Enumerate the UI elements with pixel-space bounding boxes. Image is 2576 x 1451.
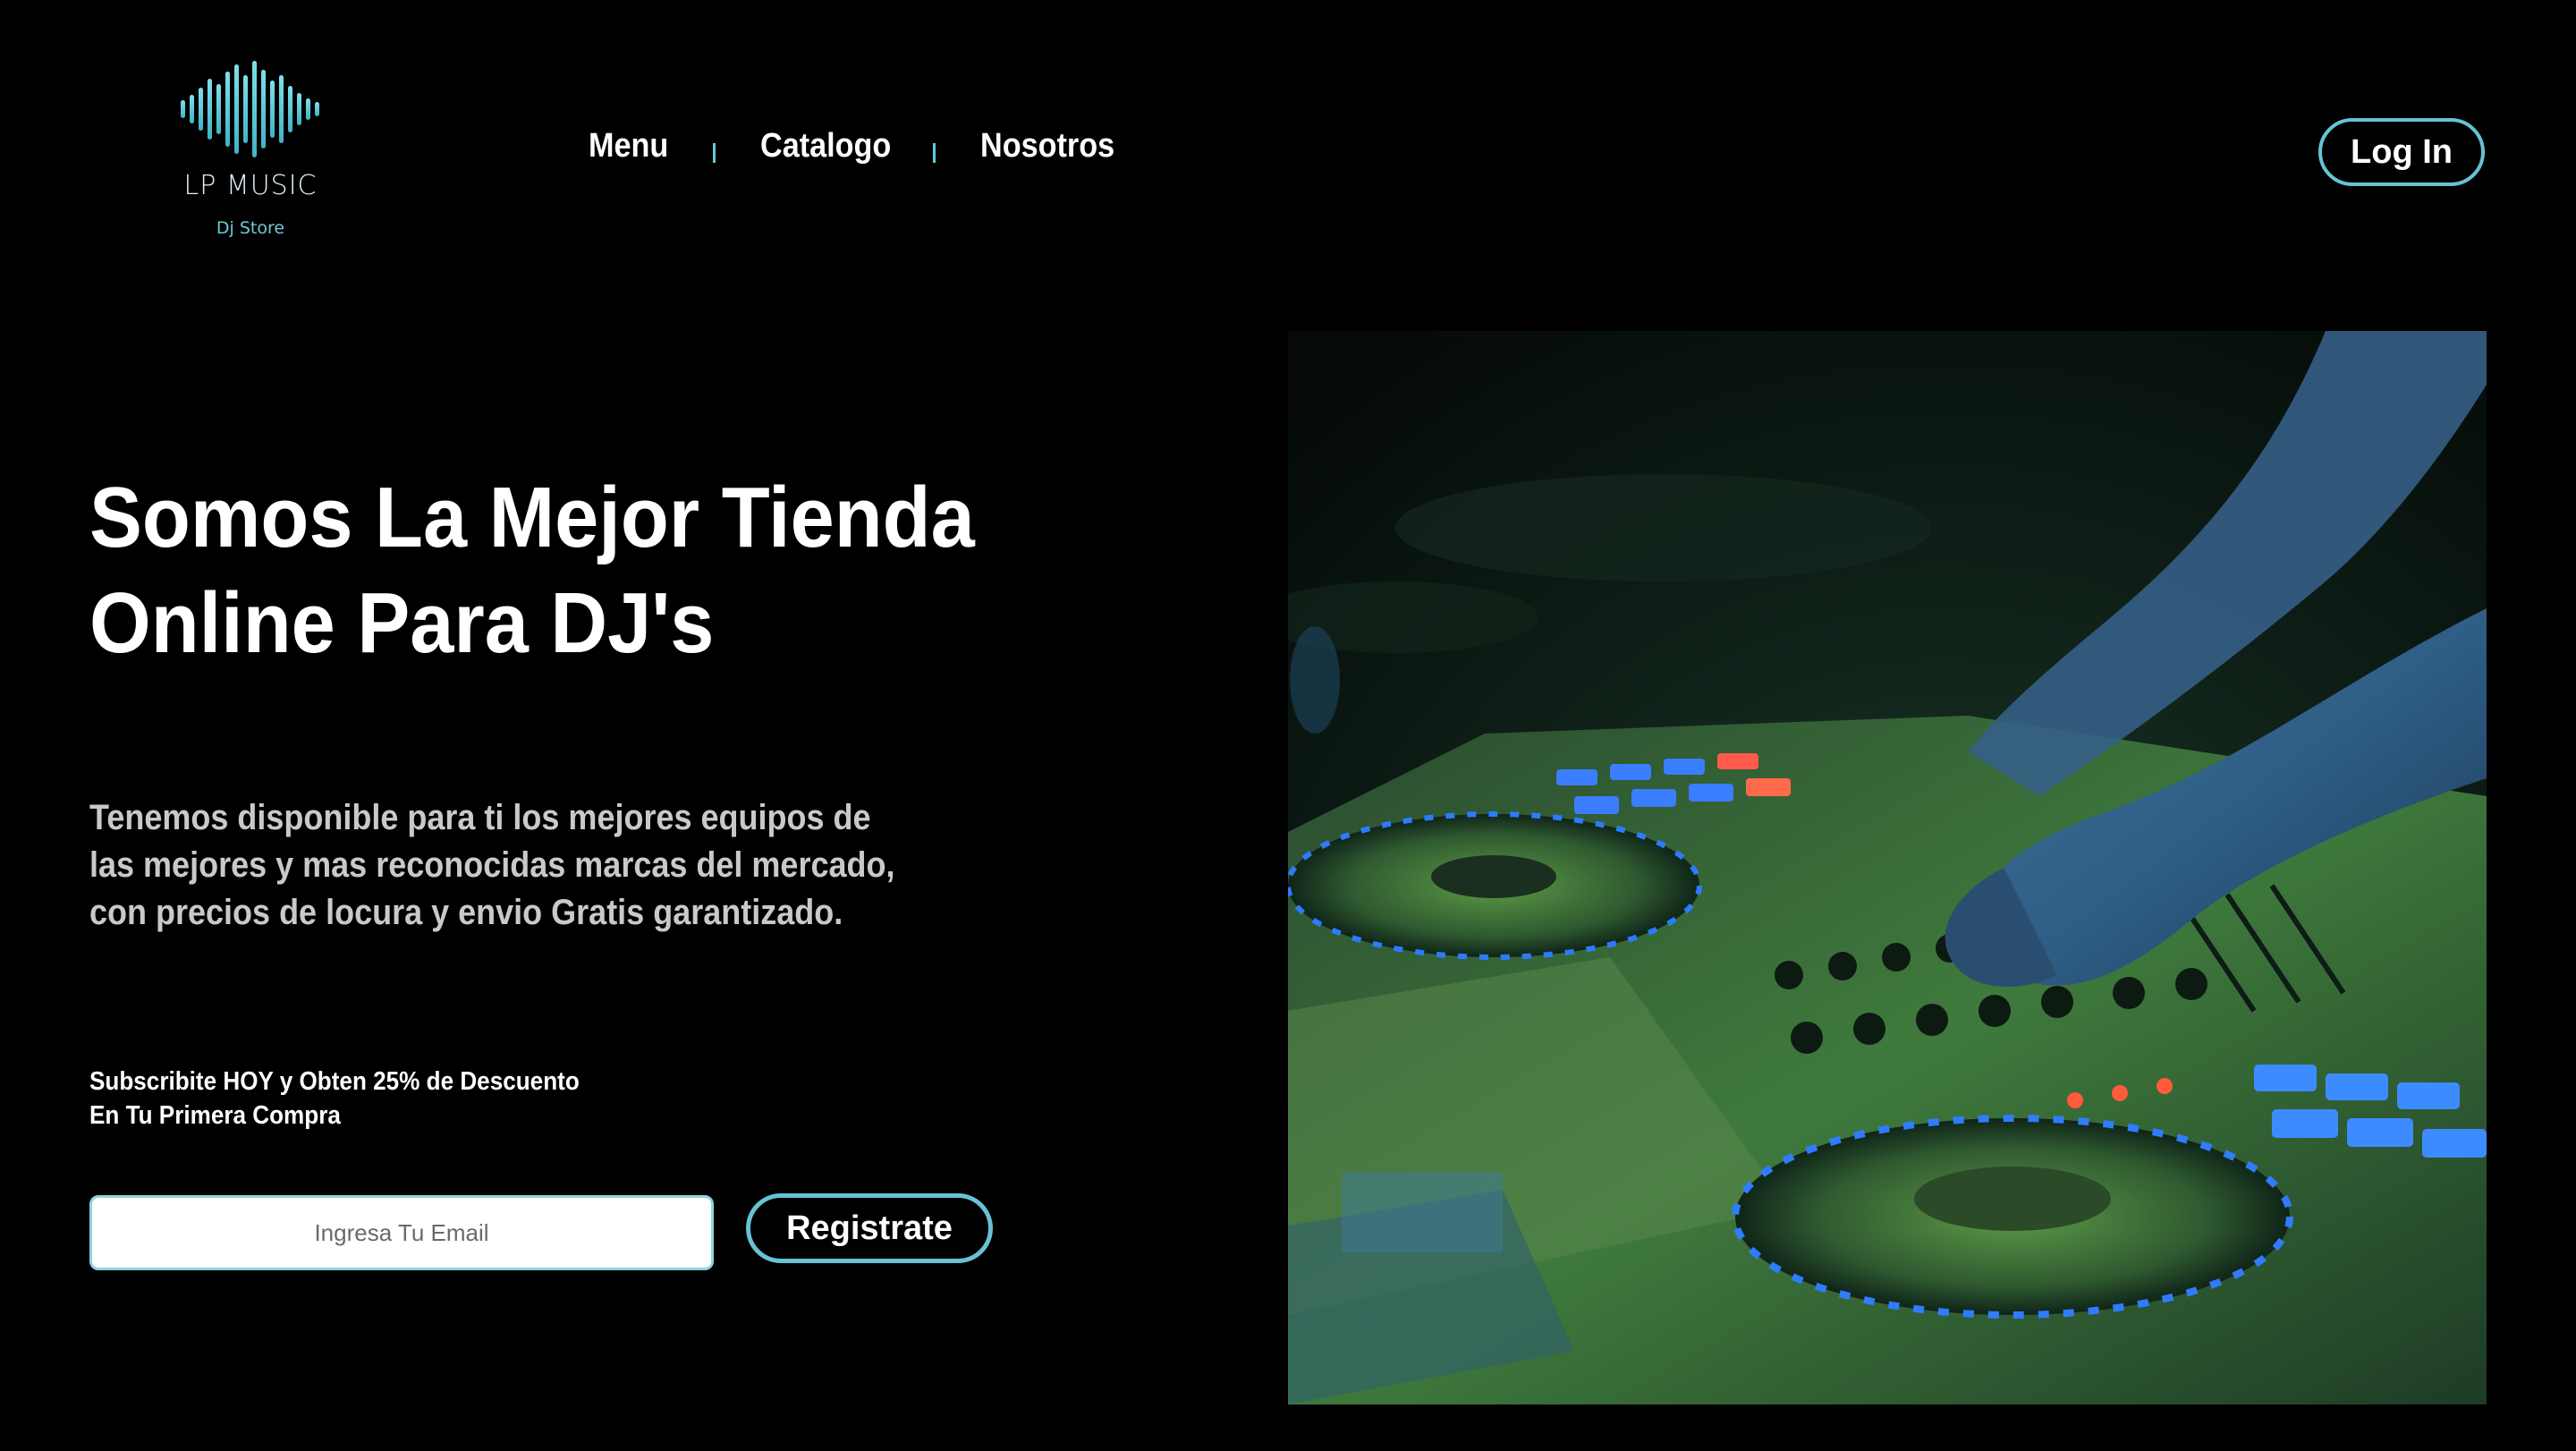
- hero-title-line: Online Para DJ's: [89, 575, 715, 671]
- brand-logo[interactable]: LP MUSIC Dj Store: [175, 59, 326, 247]
- brand-tagline: Dj Store: [216, 218, 285, 238]
- hero-description-line: las mejores y mas reconocidas marcas del…: [89, 845, 895, 885]
- hero-title: Somos La Mejor Tienda Online Para DJ's: [89, 465, 995, 676]
- brand-name: LP MUSIC: [183, 170, 318, 201]
- nav-separator: [933, 143, 936, 163]
- register-button[interactable]: Registrate: [746, 1193, 993, 1263]
- hero-description: Tenemos disponible para ti los mejores e…: [89, 794, 927, 937]
- hero-image: [1288, 331, 2487, 1404]
- subscribe-promo: Subscribite HOY y Obten 25% de Descuento…: [89, 1065, 653, 1133]
- nav-separator: [713, 143, 716, 163]
- login-button[interactable]: Log In: [2318, 118, 2485, 186]
- hero-description-line: Tenemos disponible para ti los mejores e…: [89, 798, 871, 837]
- soundwave-icon: [181, 61, 319, 157]
- hero-title-line: Somos La Mejor Tienda: [89, 470, 975, 565]
- dj-controller-photo: [1288, 331, 2487, 1404]
- email-input[interactable]: [89, 1195, 714, 1270]
- promo-line: En Tu Primera Compra: [89, 1101, 341, 1130]
- hero-description-line: con precios de locura y envio Gratis gar…: [89, 893, 843, 932]
- nav-item-menu[interactable]: Menu: [589, 127, 668, 165]
- promo-line: Subscribite HOY y Obten 25% de Descuento: [89, 1067, 580, 1096]
- nav-item-nosotros[interactable]: Nosotros: [980, 127, 1114, 165]
- nav-item-catalogo[interactable]: Catalogo: [760, 127, 891, 165]
